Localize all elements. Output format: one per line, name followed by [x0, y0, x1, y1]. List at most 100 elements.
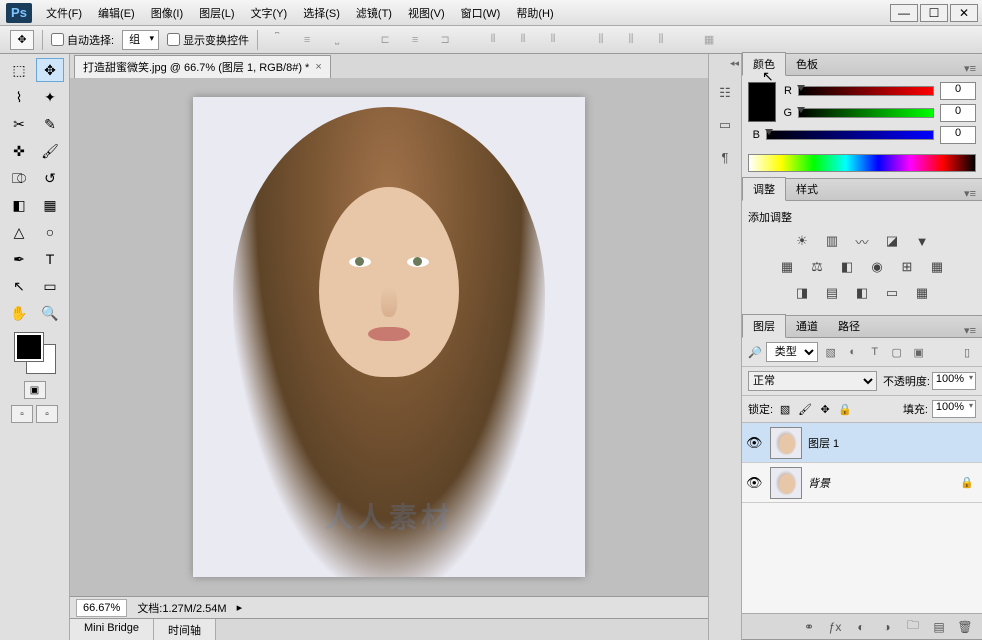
auto-select-checkbox[interactable]: 自动选择:	[51, 32, 114, 48]
zoom-level-field[interactable]: 66.67%	[76, 599, 127, 617]
zoom-tool[interactable]: 🔍	[36, 301, 64, 325]
menu-type[interactable]: 文字(Y)	[243, 1, 296, 25]
hue-sat-icon[interactable]: ▦	[776, 257, 798, 277]
menu-image[interactable]: 图像(I)	[143, 1, 191, 25]
bw-icon[interactable]: ◧	[836, 257, 858, 277]
history-panel-icon[interactable]: ☷	[713, 82, 737, 104]
layer-fx-icon[interactable]: ƒx	[826, 618, 844, 636]
new-group-icon[interactable]: 🗀	[904, 618, 922, 636]
color-balance-icon[interactable]: ⚖	[806, 257, 828, 277]
r-value-input[interactable]: 0	[940, 82, 976, 100]
menu-filter[interactable]: 滤镜(T)	[348, 1, 400, 25]
filter-pixel-icon[interactable]: ▧	[822, 343, 840, 361]
posterize-icon[interactable]: ▤	[821, 283, 843, 303]
vibrance-icon[interactable]: ▼	[911, 231, 933, 251]
document-tab[interactable]: 打造甜蜜微笑.jpg @ 66.7% (图层 1, RGB/8#) * ×	[74, 55, 331, 78]
tab-mini-bridge[interactable]: Mini Bridge	[70, 619, 154, 640]
gradient-map-icon[interactable]: ▭	[881, 283, 903, 303]
clone-stamp-tool[interactable]: ⎄	[5, 166, 33, 190]
menu-view[interactable]: 视图(V)	[400, 1, 453, 25]
layer-mask-icon[interactable]: ◐	[852, 618, 870, 636]
move-tool-preset-icon[interactable]: ✥	[10, 30, 34, 50]
move-tool[interactable]: ✥	[36, 58, 64, 82]
foreground-color-swatch[interactable]	[15, 333, 43, 361]
fill-value-input[interactable]: 100%	[932, 400, 976, 418]
tab-paths[interactable]: 路径	[828, 315, 870, 337]
status-arrow-icon[interactable]: ▸	[237, 601, 243, 614]
lock-all-icon[interactable]: 🔒	[837, 401, 853, 417]
shape-tool[interactable]: ▭	[36, 274, 64, 298]
layer-thumbnail[interactable]	[770, 427, 802, 459]
crop-tool[interactable]: ✂	[5, 112, 33, 136]
tab-swatches[interactable]: 色板	[786, 53, 828, 75]
tab-channels[interactable]: 通道	[786, 315, 828, 337]
lock-pixels-icon[interactable]: 🖌	[797, 401, 813, 417]
color-lookup-icon[interactable]: ▦	[926, 257, 948, 277]
new-fill-adj-icon[interactable]: ◑	[878, 618, 896, 636]
color-swatches[interactable]	[15, 333, 55, 373]
brush-tool[interactable]: 🖌	[36, 139, 64, 163]
hand-tool[interactable]: ✋	[5, 301, 33, 325]
lasso-tool[interactable]: ⌇	[5, 85, 33, 109]
panel-menu-icon[interactable]: ▾≡	[958, 187, 982, 200]
pen-tool[interactable]: ✒	[5, 247, 33, 271]
menu-window[interactable]: 窗口(W)	[453, 1, 509, 25]
tab-timeline[interactable]: 时间轴	[154, 619, 216, 640]
auto-select-check-input[interactable]	[51, 33, 64, 46]
magic-wand-tool[interactable]: ✦	[36, 85, 64, 109]
exposure-icon[interactable]: ◪	[881, 231, 903, 251]
selective-color-icon[interactable]: ▦	[911, 283, 933, 303]
menu-edit[interactable]: 编辑(E)	[90, 1, 143, 25]
layer-item[interactable]: 👁 图层 1	[742, 423, 982, 463]
invert-icon[interactable]: ◨	[791, 283, 813, 303]
path-select-tool[interactable]: ↖	[5, 274, 33, 298]
character-panel-icon[interactable]: ¶	[713, 146, 737, 168]
show-transform-check-input[interactable]	[167, 33, 180, 46]
eraser-tool[interactable]: ◧	[5, 193, 33, 217]
filter-text-icon[interactable]: T	[866, 343, 884, 361]
layer-name-label[interactable]: 背景	[808, 475, 954, 491]
threshold-icon[interactable]: ◧	[851, 283, 873, 303]
menu-select[interactable]: 选择(S)	[295, 1, 348, 25]
gradient-tool[interactable]: ▦	[36, 193, 64, 217]
layer-thumbnail[interactable]	[770, 467, 802, 499]
auto-select-dropdown[interactable]: 组	[122, 30, 159, 50]
properties-panel-icon[interactable]: ▭	[713, 114, 737, 136]
visibility-icon[interactable]: 👁	[746, 475, 764, 491]
text-tool[interactable]: T	[36, 247, 64, 271]
levels-icon[interactable]: ▥	[821, 231, 843, 251]
visibility-icon[interactable]: 👁	[746, 435, 764, 451]
curves-icon[interactable]: 〰	[851, 231, 873, 251]
filter-kind-dropdown[interactable]: 类型	[766, 342, 818, 362]
lock-position-icon[interactable]: ✥	[817, 401, 833, 417]
minimize-button[interactable]: —	[890, 4, 918, 22]
dodge-tool[interactable]: ○	[36, 220, 64, 244]
color-preview-swatch[interactable]	[748, 82, 776, 122]
close-button[interactable]: ✕	[950, 4, 978, 22]
blend-mode-dropdown[interactable]: 正常	[748, 371, 877, 391]
filter-smart-icon[interactable]: ▣	[910, 343, 928, 361]
filter-adjust-icon[interactable]: ◐	[844, 343, 862, 361]
screenmode2-icon[interactable]: ▫	[36, 405, 58, 423]
tab-color[interactable]: 颜色	[742, 52, 786, 76]
lock-transparency-icon[interactable]: ▧	[777, 401, 793, 417]
filter-shape-icon[interactable]: ▢	[888, 343, 906, 361]
screenmode-icon[interactable]: ▫	[11, 405, 33, 423]
opacity-value-input[interactable]: 100%	[932, 372, 976, 390]
layer-name-label[interactable]: 图层 1	[808, 435, 978, 451]
b-slider[interactable]	[766, 130, 934, 140]
tab-layers[interactable]: 图层	[742, 314, 786, 338]
close-tab-icon[interactable]: ×	[315, 61, 321, 73]
healing-tool[interactable]: ✜	[5, 139, 33, 163]
delete-layer-icon[interactable]: 🗑	[956, 618, 974, 636]
tab-styles[interactable]: 样式	[786, 178, 828, 200]
tab-adjustments[interactable]: 调整	[742, 177, 786, 201]
show-transform-checkbox[interactable]: 显示变换控件	[167, 32, 249, 48]
maximize-button[interactable]: ☐	[920, 4, 948, 22]
dock-expand-icon[interactable]: ◂◂	[711, 58, 739, 70]
filter-toggle-icon[interactable]: ▯	[958, 343, 976, 361]
document-canvas[interactable]	[193, 97, 585, 577]
blur-tool[interactable]: △	[5, 220, 33, 244]
marquee-tool[interactable]: ⬚	[5, 58, 33, 82]
menu-file[interactable]: 文件(F)	[38, 1, 90, 25]
